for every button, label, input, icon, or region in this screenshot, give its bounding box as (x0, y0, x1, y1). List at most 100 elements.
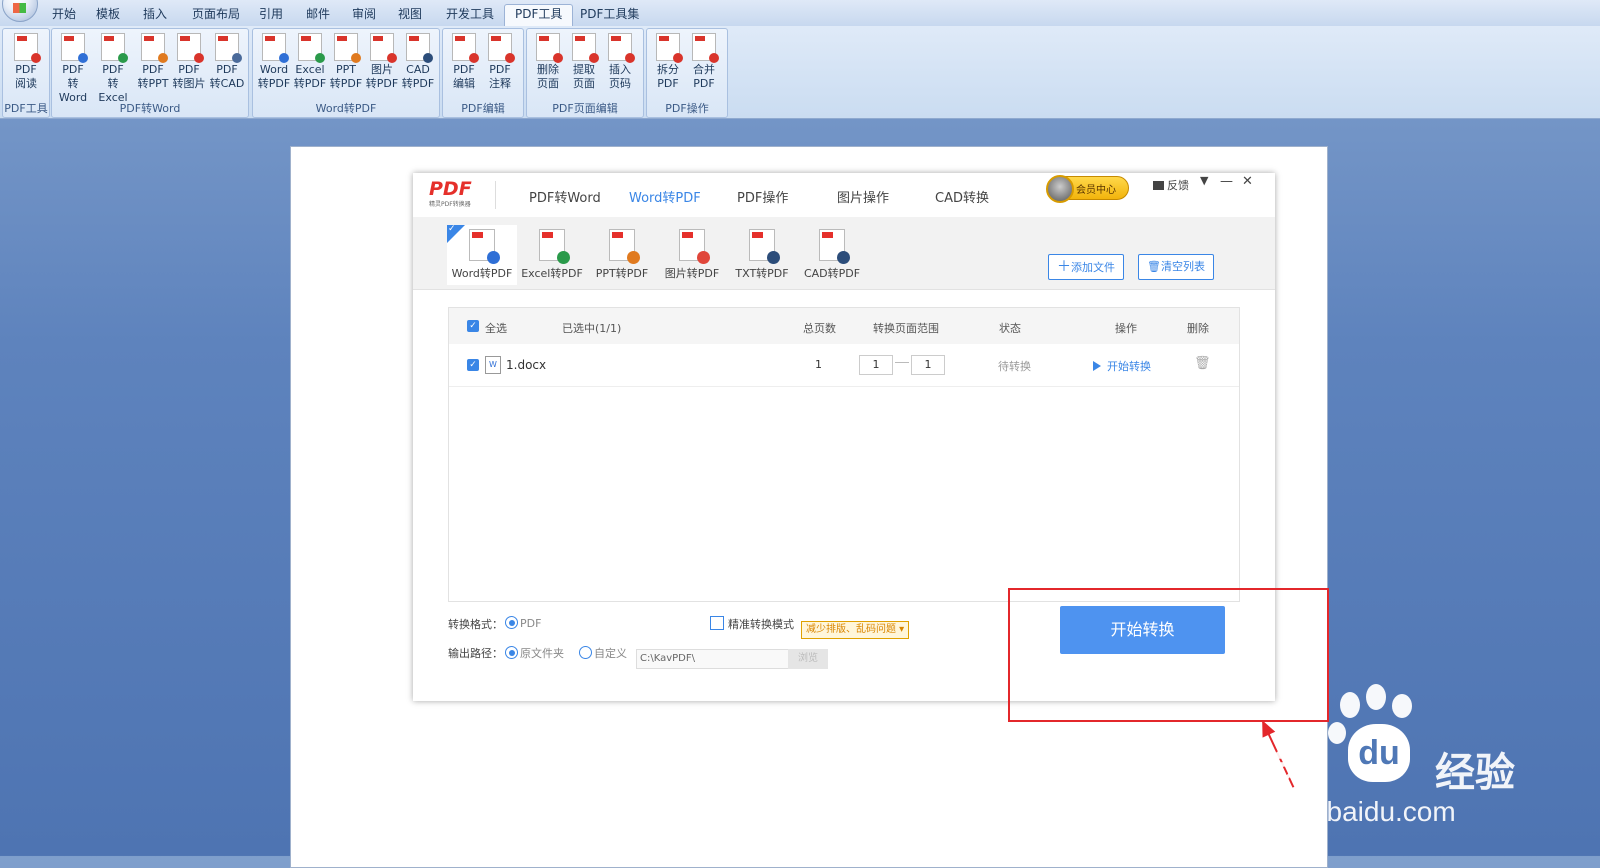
minimize-icon[interactable]: — (1220, 174, 1233, 189)
clear-list-button[interactable]: 🗑清空列表 (1138, 254, 1214, 280)
output-original-radio[interactable]: 原文件夹 (505, 645, 564, 661)
close-icon[interactable]: ✕ (1242, 174, 1253, 189)
btn-label: 页面 (537, 77, 559, 90)
mode-ppt-to-pdf[interactable]: PPT转PDF (587, 225, 657, 285)
tab-pdf-operations[interactable]: PDF操作 (737, 187, 788, 206)
group-pdf-tools: PDF 阅读 PDF工具 (2, 28, 50, 118)
dropdown-menu-icon[interactable]: ▼ (1200, 174, 1208, 187)
output-path-input[interactable]: C:\KavPDF\ (636, 649, 789, 669)
delete-page-button[interactable]: 删除 页面 (529, 31, 567, 91)
row-checkbox[interactable]: ✓ (467, 359, 479, 371)
tab-view[interactable]: 视图 (388, 5, 432, 25)
insert-page-number-button[interactable]: 插入 页码 (601, 31, 639, 91)
btn-label: 插入 (609, 63, 631, 76)
pdf-read-button[interactable]: PDF 阅读 (7, 31, 45, 91)
tab-references[interactable]: 引用 (249, 5, 293, 25)
pdf-to-word-button[interactable]: PDF 转Word (54, 31, 92, 105)
split-pdf-icon (656, 33, 683, 63)
avatar (1046, 175, 1074, 203)
precise-mode-label: 精准转换模式 (728, 618, 794, 631)
precise-mode-checkbox[interactable]: 精准转换模式 (710, 616, 794, 632)
mode-label: CAD转PDF (803, 267, 861, 280)
extract-page-icon (572, 33, 599, 63)
ppt-to-pdf-button[interactable]: PPT 转PDF (327, 31, 365, 91)
image-to-pdf-button[interactable]: 图片 转PDF (363, 31, 401, 91)
col-status: 状态 (999, 322, 1021, 335)
btn-label: PDF (216, 63, 238, 76)
table-row[interactable]: ✓ W 1.docx 1 1 1 待转换 开始转换 🗑 (449, 344, 1239, 387)
baidu-paw-icon: du (1326, 684, 1426, 790)
tab-cad-conversion[interactable]: CAD转换 (935, 187, 989, 206)
office-button[interactable] (2, 0, 38, 22)
pdf-to-ppt-icon (141, 33, 168, 63)
cad-to-pdf-button[interactable]: CAD 转PDF (399, 31, 437, 91)
app-logo: PDF 精灵PDF转换器 (429, 179, 485, 209)
select-all-checkbox[interactable]: ✓ (467, 320, 479, 332)
tab-insert[interactable]: 插入 (133, 5, 177, 25)
add-file-button[interactable]: ＋添加文件 (1048, 254, 1124, 280)
group-label: PDF编辑 (461, 102, 505, 115)
mode-image-to-pdf[interactable]: 图片转PDF (657, 225, 727, 285)
pdf-annotate-icon (488, 33, 515, 63)
tab-review[interactable]: 审阅 (342, 5, 386, 25)
pdf-annotate-button[interactable]: PDF 注释 (481, 31, 519, 91)
member-center-button[interactable]: 会员中心 (1046, 175, 1129, 203)
mode-word-to-pdf[interactable]: Word转PDF (447, 224, 517, 285)
pdf-read-icon (14, 33, 41, 63)
delete-row-icon[interactable]: 🗑 (1194, 356, 1211, 371)
range-from-input[interactable]: 1 (859, 355, 893, 375)
mode-txt-to-pdf[interactable]: TXT转PDF (727, 225, 797, 285)
mode-excel-to-pdf[interactable]: Excel转PDF (517, 225, 587, 285)
clear-list-label: 清空列表 (1160, 260, 1205, 273)
tab-pdf-toolset[interactable]: PDF工具集 (570, 5, 649, 25)
group-pdf-page-edit: 删除 页面 提取 页面 插入 页码 PDF页面编辑 (526, 28, 644, 118)
precise-mode-tag[interactable]: 减少排版、乱码问题 ▾ (801, 621, 910, 639)
tab-page-layout[interactable]: 页面布局 (182, 5, 250, 25)
btn-label: 页面 (573, 77, 595, 90)
btn-label: 转CAD (209, 77, 245, 90)
btn-label: Excel (295, 63, 325, 76)
tab-pdf-to-word[interactable]: PDF转Word (529, 187, 601, 206)
delete-page-icon (536, 33, 563, 63)
baidu-logo-du: du (1348, 724, 1410, 782)
btn-label: 转PDF (257, 77, 291, 90)
tab-pdf-tools[interactable]: PDF工具 (504, 4, 574, 27)
group-pdf-operations: 拆分 PDF 合并 PDF PDF操作 (646, 28, 728, 118)
plus-icon: ＋ (1057, 259, 1071, 275)
tab-word-to-pdf[interactable]: Word转PDF (629, 187, 701, 220)
btn-label: 转PDF (365, 77, 399, 90)
feedback-button[interactable]: 反馈 (1153, 177, 1189, 193)
output-label: 输出路径： (448, 647, 503, 660)
extract-page-button[interactable]: 提取 页面 (565, 31, 603, 91)
group-word-to-pdf: Word 转PDF Excel 转PDF PPT 转PDF 图片 转PDF CAD 转PD… (252, 28, 440, 118)
group-label: PDF转Word (119, 102, 181, 115)
format-pdf-radio[interactable]: PDF (505, 616, 541, 630)
merge-pdf-icon (692, 33, 719, 63)
pdf-edit-button[interactable]: PDF 编辑 (445, 31, 483, 91)
logo-subtitle: 精灵PDF转换器 (429, 201, 471, 208)
tab-developer[interactable]: 开发工具 (436, 5, 504, 25)
btn-label: 合并 (693, 63, 715, 76)
split-pdf-button[interactable]: 拆分 PDF (649, 31, 687, 91)
range-to-input[interactable]: 1 (911, 355, 945, 375)
baidu-jingyan-text: 经验 (1435, 750, 1515, 796)
pdf-to-cad-button[interactable]: PDF 转CAD (208, 31, 246, 91)
browse-button[interactable]: 浏览 (788, 649, 828, 669)
pdf-to-excel-button[interactable]: PDF 转Excel (94, 31, 132, 105)
tab-start[interactable]: 开始 (42, 5, 86, 25)
excel-to-pdf-button[interactable]: Excel 转PDF (291, 31, 329, 91)
file-table: ✓ 全选 已选中(1/1) 总页数 转换页面范围 状态 操作 删除 ✓ W 1.… (448, 307, 1240, 602)
tab-mailings[interactable]: 邮件 (296, 5, 340, 25)
pdf-to-image-button[interactable]: PDF 转图片 (170, 31, 208, 91)
pdf-to-cad-icon (215, 33, 242, 63)
mode-cad-to-pdf[interactable]: CAD转PDF (797, 225, 867, 285)
btn-label: 转PDF (329, 77, 363, 90)
tab-template[interactable]: 模板 (86, 5, 130, 25)
tab-image-operations[interactable]: 图片操作 (837, 187, 889, 206)
pdf-to-ppt-button[interactable]: PDF 转PPT (134, 31, 172, 91)
output-custom-radio[interactable]: 自定义 (579, 645, 627, 661)
merge-pdf-button[interactable]: 合并 PDF (685, 31, 723, 91)
word-to-pdf-button[interactable]: Word 转PDF (255, 31, 293, 91)
group-pdf-edit: PDF 编辑 PDF 注释 PDF编辑 (442, 28, 524, 118)
row-start-convert-button[interactable]: 开始转换 (1093, 358, 1151, 374)
